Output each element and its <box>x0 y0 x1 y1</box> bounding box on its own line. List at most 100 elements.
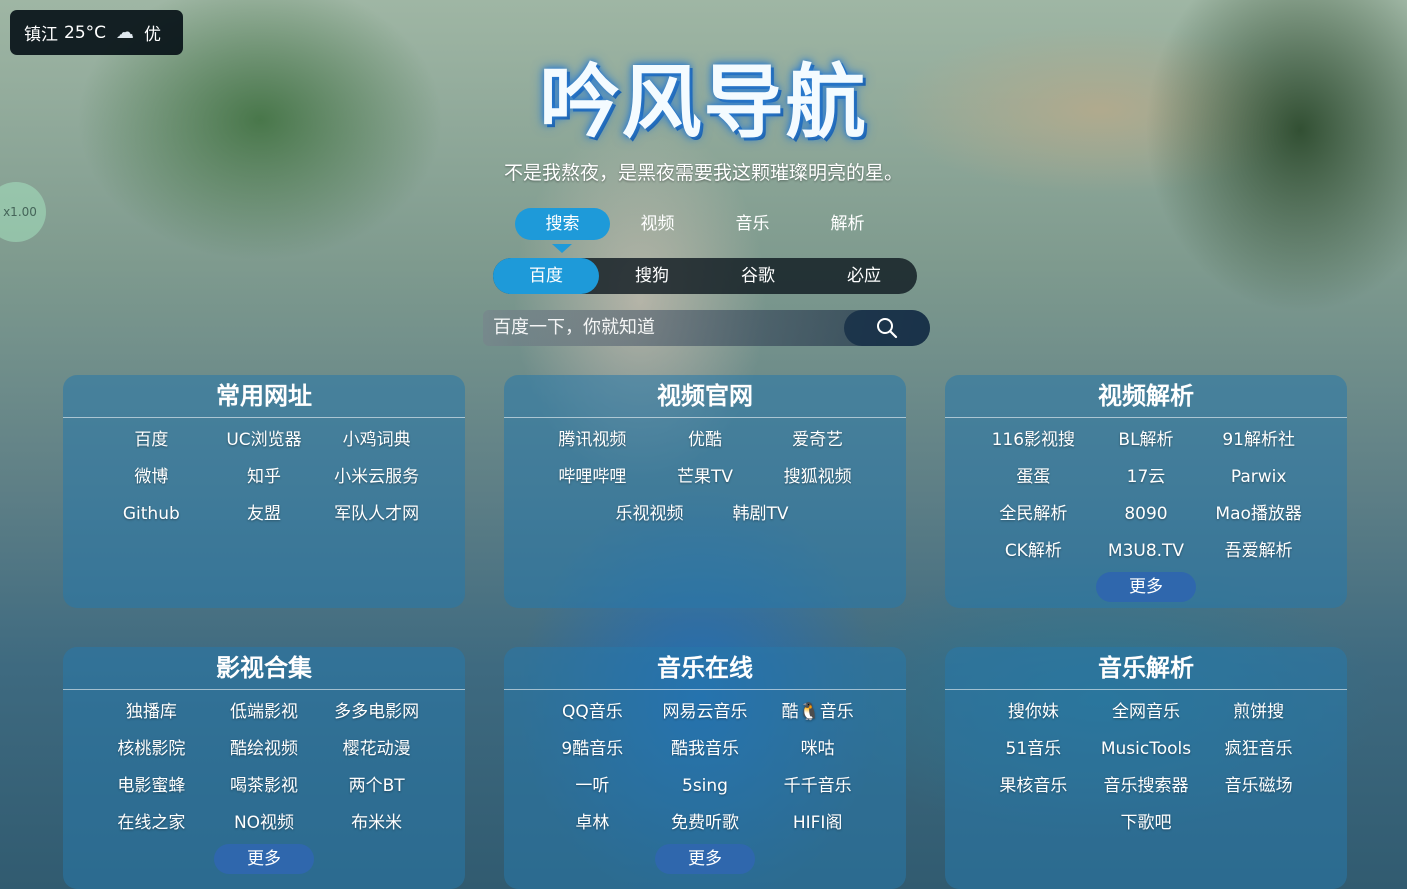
site-link[interactable]: 91解析社 <box>1202 422 1315 459</box>
site-link[interactable]: 韩剧TV <box>705 496 816 533</box>
link-grid: 独播库 低端影视 多多电影网 核桃影院 酷绘视频 樱花动漫 电影蜜蜂 喝茶影视 … <box>63 690 465 842</box>
search-input[interactable]: 百度一下，你就知道 <box>483 310 844 346</box>
link-grid: 百度 UC浏览器 小鸡词典 微博 知乎 小米云服务 Github 友盟 军队人才… <box>63 418 465 533</box>
site-link[interactable]: 酷绘视频 <box>208 731 321 768</box>
tab-video[interactable]: 视频 <box>610 208 705 240</box>
search-icon <box>877 318 898 339</box>
site-link[interactable]: 酷我音乐 <box>649 731 762 768</box>
site-link[interactable]: MusicTools <box>1090 731 1203 768</box>
site-link[interactable]: 全民解析 <box>977 496 1090 533</box>
site-link[interactable]: 核桃影院 <box>95 731 208 768</box>
site-link[interactable]: 免费听歌 <box>649 805 762 842</box>
site-link[interactable]: 樱花动漫 <box>320 731 433 768</box>
site-link[interactable]: 电影蜜蜂 <box>95 768 208 805</box>
more-button[interactable]: 更多 <box>1096 572 1196 602</box>
site-link[interactable]: 布米米 <box>320 805 433 842</box>
site-link[interactable]: 疯狂音乐 <box>1202 731 1315 768</box>
site-link[interactable]: 煎饼搜 <box>1202 694 1315 731</box>
site-link[interactable]: 酷🐧音乐 <box>761 694 874 731</box>
card-title: 视频官网 <box>504 375 906 418</box>
site-link[interactable]: 乐视视频 <box>594 496 705 533</box>
more-button[interactable]: 更多 <box>655 844 755 874</box>
site-link[interactable]: 9酷音乐 <box>536 731 649 768</box>
site-link[interactable]: 在线之家 <box>95 805 208 842</box>
site-link[interactable]: QQ音乐 <box>536 694 649 731</box>
site-link[interactable]: 下歌吧 <box>1090 805 1203 842</box>
card-film-collection: 影视合集 独播库 低端影视 多多电影网 核桃影院 酷绘视频 樱花动漫 电影蜜蜂 … <box>63 647 465 889</box>
card-video-parse: 视频解析 116影视搜 BL解析 91解析社 蛋蛋 17云 Parwix 全民解… <box>945 375 1347 608</box>
site-link[interactable]: 独播库 <box>95 694 208 731</box>
site-link[interactable]: 爱奇艺 <box>761 422 874 459</box>
site-link[interactable]: 千千音乐 <box>761 768 874 805</box>
site-link[interactable]: 小鸡词典 <box>320 422 433 459</box>
site-link[interactable]: 哔哩哔哩 <box>536 459 649 496</box>
site-link[interactable]: UC浏览器 <box>208 422 321 459</box>
site-link[interactable]: 搜你妹 <box>977 694 1090 731</box>
card-title: 音乐在线 <box>504 647 906 690</box>
category-tabs: 搜索 视频 音乐 解析 <box>515 208 895 253</box>
site-link[interactable]: 5sing <box>649 768 762 805</box>
card-common-sites: 常用网址 百度 UC浏览器 小鸡词典 微博 知乎 小米云服务 Github 友盟… <box>63 375 465 608</box>
search-bar: 百度一下，你就知道 <box>483 310 930 346</box>
site-link[interactable]: 百度 <box>95 422 208 459</box>
card-title: 音乐解析 <box>945 647 1347 690</box>
card-title: 常用网址 <box>63 375 465 418</box>
site-link[interactable]: NO视频 <box>208 805 321 842</box>
engine-baidu[interactable]: 百度 <box>493 258 599 294</box>
engine-google[interactable]: 谷歌 <box>705 258 811 294</box>
site-link[interactable]: 军队人才网 <box>320 496 433 533</box>
site-link[interactable]: M3U8.TV <box>1090 533 1203 570</box>
site-title: 吟风导航 <box>539 56 868 149</box>
card-title: 视频解析 <box>945 375 1347 418</box>
site-link[interactable]: 音乐磁场 <box>1202 768 1315 805</box>
tab-parse[interactable]: 解析 <box>800 208 895 240</box>
site-link[interactable]: 多多电影网 <box>320 694 433 731</box>
site-link[interactable]: 卓林 <box>536 805 649 842</box>
site-link[interactable]: 116影视搜 <box>977 422 1090 459</box>
site-link[interactable]: 蛋蛋 <box>977 459 1090 496</box>
card-title: 影视合集 <box>63 647 465 690</box>
tab-search[interactable]: 搜索 <box>515 208 610 253</box>
site-link[interactable]: Mao播放器 <box>1202 496 1315 533</box>
site-link[interactable]: Parwix <box>1202 459 1315 496</box>
site-link[interactable]: 果核音乐 <box>977 768 1090 805</box>
engine-selector: 百度 搜狗 谷歌 必应 <box>493 258 917 294</box>
site-link[interactable]: 8090 <box>1090 496 1203 533</box>
site-link[interactable]: 一听 <box>536 768 649 805</box>
site-link[interactable]: 芒果TV <box>649 459 762 496</box>
site-link[interactable]: 咪咕 <box>761 731 874 768</box>
link-grid: 116影视搜 BL解析 91解析社 蛋蛋 17云 Parwix 全民解析 809… <box>945 418 1347 570</box>
more-button[interactable]: 更多 <box>214 844 314 874</box>
site-link[interactable]: 友盟 <box>208 496 321 533</box>
site-link[interactable]: BL解析 <box>1090 422 1203 459</box>
engine-sogou[interactable]: 搜狗 <box>599 258 705 294</box>
site-link[interactable]: 51音乐 <box>977 731 1090 768</box>
site-link[interactable]: 腾讯视频 <box>536 422 649 459</box>
card-music-online: 音乐在线 QQ音乐 网易云音乐 酷🐧音乐 9酷音乐 酷我音乐 咪咕 一听 5si… <box>504 647 906 889</box>
site-link[interactable]: 音乐搜索器 <box>1090 768 1203 805</box>
site-link[interactable]: 喝茶影视 <box>208 768 321 805</box>
site-link[interactable]: 搜狐视频 <box>761 459 874 496</box>
engine-bing[interactable]: 必应 <box>811 258 917 294</box>
site-link[interactable]: 两个BT <box>320 768 433 805</box>
site-link[interactable]: 优酷 <box>649 422 762 459</box>
site-link[interactable]: 知乎 <box>208 459 321 496</box>
search-button[interactable] <box>844 310 930 346</box>
site-link[interactable]: 17云 <box>1090 459 1203 496</box>
link-grid: 乐视视频 韩剧TV <box>504 496 906 533</box>
site-link[interactable]: 网易云音乐 <box>649 694 762 731</box>
speed-label: x1.00 <box>3 205 37 219</box>
site-link[interactable]: Github <box>95 496 208 533</box>
tab-music[interactable]: 音乐 <box>705 208 800 240</box>
site-subtitle: 不是我熬夜，是黑夜需要我这颗璀璨明亮的星。 <box>503 162 903 184</box>
card-music-parse: 音乐解析 搜你妹 全网音乐 煎饼搜 51音乐 MusicTools 疯狂音乐 果… <box>945 647 1347 889</box>
site-link[interactable]: CK解析 <box>977 533 1090 570</box>
site-link[interactable]: HIFI阁 <box>761 805 874 842</box>
speed-indicator[interactable]: x1.00 <box>0 182 46 242</box>
site-link[interactable]: 全网音乐 <box>1090 694 1203 731</box>
site-link[interactable]: 微博 <box>95 459 208 496</box>
site-link[interactable]: 小米云服务 <box>320 459 433 496</box>
site-link[interactable]: 吾爱解析 <box>1202 533 1315 570</box>
link-grid: QQ音乐 网易云音乐 酷🐧音乐 9酷音乐 酷我音乐 咪咕 一听 5sing 千千… <box>504 690 906 842</box>
site-link[interactable]: 低端影视 <box>208 694 321 731</box>
